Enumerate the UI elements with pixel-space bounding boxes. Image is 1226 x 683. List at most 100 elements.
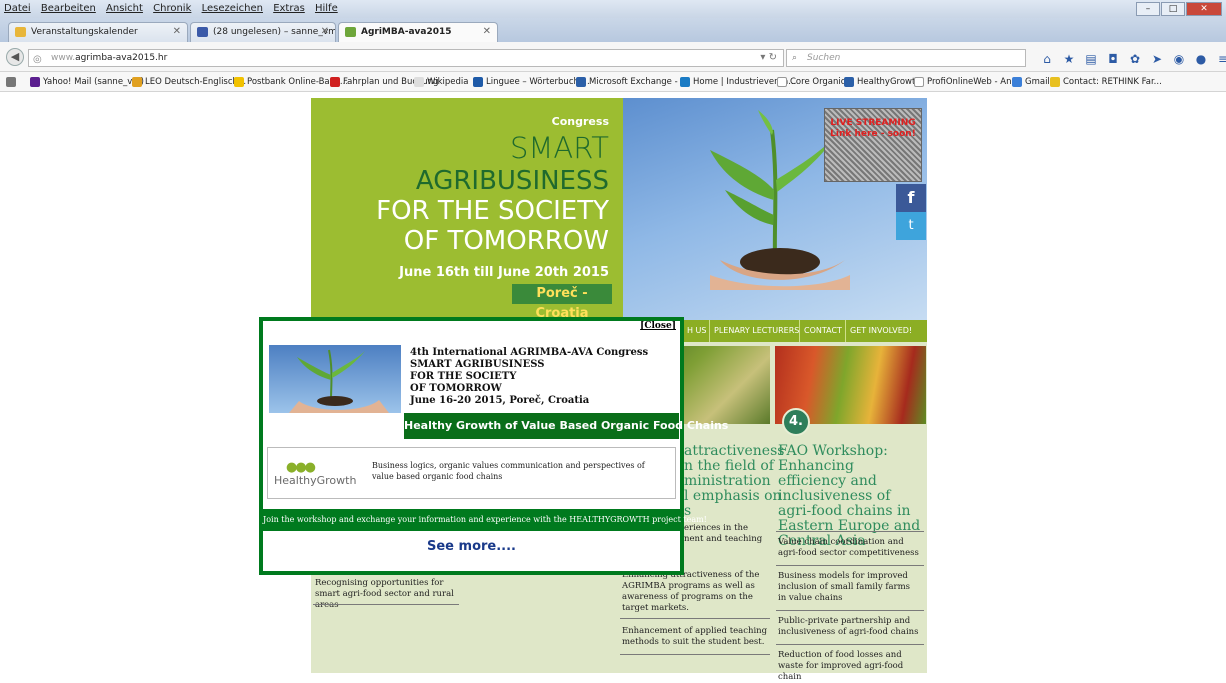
mid-heading-line: attractiveness — [684, 443, 785, 459]
right-item: Business models for improved inclusion o… — [778, 571, 911, 603]
menu-ansicht[interactable]: Ansicht — [106, 3, 143, 14]
bookmark-gmail[interactable]: Gmail — [1012, 72, 1050, 91]
tab-close-icon[interactable]: ✕ — [483, 23, 491, 41]
facebook-icon[interactable]: f — [896, 184, 926, 212]
left-item: Recognising opportunities for smart agri… — [315, 578, 454, 610]
right-item: Reduction of food losses and waste for i… — [778, 650, 904, 682]
popup-close-link[interactable]: [Close] — [638, 321, 678, 331]
maximize-button[interactable]: □ — [1161, 2, 1185, 16]
url-text: agrimba-ava2015.hr — [75, 53, 168, 63]
mid-item: Enhancing attractiveness of the AGRIMBA … — [622, 570, 760, 613]
divider — [313, 604, 459, 605]
popup-description: Business logics, organic values communic… — [372, 461, 645, 481]
back-button[interactable]: ◀ — [6, 48, 24, 66]
bookmark-exchange[interactable]: Microsoft Exchange - ... — [576, 72, 689, 91]
bookmarks-bar: Yahoo! Mail (sanne_vm) LEO Deutsch-Engli… — [0, 72, 1226, 92]
divider — [776, 610, 924, 611]
menu-datei[interactable]: Datei — [4, 3, 31, 14]
bookmark-healthygrowth[interactable]: HealthyGrowth — [844, 72, 921, 91]
right-item: Public-private partnership and inclusive… — [778, 616, 919, 637]
divider — [776, 565, 924, 566]
banner-place: Poreč - Croatia — [512, 284, 612, 321]
nav-get-involved[interactable]: GET INVOLVED! — [845, 320, 916, 342]
tab-label: AgriMBA-ava2015 — [361, 27, 452, 37]
banner-agribusiness: AGRIBUSINESS — [415, 166, 609, 196]
send-icon[interactable]: ➤ — [1146, 52, 1168, 66]
globe-icon: ◎ — [33, 54, 42, 65]
close-window-button[interactable]: ✕ — [1186, 2, 1222, 16]
mid-item: eriences in the — [684, 523, 748, 533]
bookmark-profionlineweb[interactable]: ProfiOnlineWeb - An... — [914, 72, 1020, 91]
chat-icon[interactable]: ● — [1190, 52, 1212, 66]
twitter-icon[interactable]: t — [896, 212, 926, 240]
divider — [776, 644, 924, 645]
pocket-icon[interactable]: ◘ — [1102, 52, 1124, 66]
mid-heading-line: ministration — [684, 473, 771, 489]
bookmark-yahoo[interactable]: Yahoo! Mail (sanne_vm) — [30, 72, 144, 91]
toolbar-icons: ⌂ ★ ▤ ◘ ✿ ➤ ◉ ● ≡ — [1036, 52, 1226, 66]
sync-icon[interactable]: ◉ — [1168, 52, 1190, 66]
mid-item: nent and teaching — [684, 534, 763, 544]
page-icon — [15, 27, 26, 37]
tab-close-icon[interactable]: ✕ — [173, 23, 181, 41]
workshop-number-badge: 4. — [782, 408, 810, 436]
search-icon: ⌕ — [792, 53, 798, 63]
mid-heading-line: n the field of — [684, 458, 774, 474]
url-prefix: www. — [51, 53, 76, 63]
see-more-link[interactable]: See more.... — [263, 539, 680, 554]
divider — [620, 618, 770, 619]
menu-lesezeichen[interactable]: Lesezeichen — [202, 3, 263, 14]
home-icon[interactable]: ⌂ — [1036, 52, 1058, 66]
divider — [620, 654, 770, 655]
banner-congress: Congress — [551, 115, 609, 128]
reload-icon[interactable]: ▾ ↻ — [760, 50, 777, 66]
library-icon[interactable]: ▤ — [1080, 52, 1102, 66]
tab-yahoo-mail[interactable]: (28 ungelesen) – sanne_vm – Yaho... ✕ — [190, 22, 336, 42]
live-streaming-label[interactable]: LIVE STREAMING Link here - soon! — [824, 118, 922, 140]
window-controls: – □ ✕ — [1135, 2, 1222, 16]
bookmark-core-organic[interactable]: Core Organic 2 — [777, 72, 854, 91]
tab-close-icon[interactable]: ✕ — [321, 23, 329, 41]
tab-bar: Veranstaltungskalender ✕ (28 ungelesen) … — [0, 18, 1226, 56]
search-placeholder: Suchen — [807, 53, 841, 63]
navigation-bar: ◀ ◎ www.agrimba-ava2015.hr ▾ ↻ ⌕ Suchen … — [0, 42, 1226, 72]
nav-about-us[interactable]: H US — [683, 320, 711, 342]
popup-title-line: OF TOMORROW — [410, 383, 502, 394]
tab-label: (28 ungelesen) – sanne_vm – Yaho... — [213, 27, 336, 37]
tab-label: Veranstaltungskalender — [31, 27, 138, 37]
menu-extras[interactable]: Extras — [273, 3, 305, 14]
banner-society: FOR THE SOCIETY — [376, 196, 609, 226]
minimize-button[interactable]: – — [1136, 2, 1160, 16]
search-input[interactable]: ⌕ Suchen — [786, 49, 1026, 67]
menu-hilfe[interactable]: Hilfe — [315, 3, 338, 14]
mid-item: Enhancement of applied teaching methods … — [622, 626, 768, 647]
bookmark-rethink[interactable]: Contact: RETHINK Far... — [1050, 72, 1162, 91]
popup-title-line: 4th International AGRIMBA-AVA Congress — [410, 347, 649, 358]
logo-dots-icon: ●●● — [286, 460, 316, 475]
popup-headline-bar: Healthy Growth of Value Based Organic Fo… — [404, 413, 728, 439]
logo-text: HealthyGrowth — [274, 474, 357, 487]
mail-icon — [197, 27, 208, 37]
bookmark-linguee[interactable]: Linguee – Wörterbuch ... — [473, 72, 590, 91]
menu-bearbeiten[interactable]: Bearbeiten — [41, 3, 96, 14]
banner-dates: June 16th till June 20th 2015 — [399, 265, 609, 280]
mid-heading-line: l emphasis on — [684, 488, 782, 504]
addon-icon[interactable]: ✿ — [1124, 52, 1146, 66]
bookmark-wikipedia[interactable]: Wikipedia — [414, 72, 468, 91]
site-icon — [345, 27, 356, 37]
menu-icon[interactable]: ≡ — [1212, 52, 1226, 66]
popup-title: 4th International AGRIMBA-AVA Congress S… — [410, 347, 648, 407]
url-bar[interactable]: ◎ www.agrimba-ava2015.hr ▾ ↻ — [28, 49, 784, 67]
fao-workshop-heading: FAO Workshop: Enhancing efficiency and i… — [778, 443, 921, 549]
healthygrowth-popup: [Close] 4th International AGRIMBA-AVA Co… — [259, 317, 728, 575]
tab-veranstaltungskalender[interactable]: Veranstaltungskalender ✕ — [8, 22, 188, 42]
bookmark-star-icon[interactable]: ★ — [1058, 52, 1080, 66]
nav-plenary-lecturers[interactable]: PLENARY LECTURERS — [709, 320, 803, 342]
bookmark-leo[interactable]: LEO Deutsch-Englisch... — [132, 72, 246, 91]
healthygrowth-box: ●●● HealthyGrowth Business logics, organ… — [267, 447, 676, 499]
nav-contact[interactable]: CONTACT — [799, 320, 846, 342]
tab-agrimba[interactable]: AgriMBA-ava2015 ✕ — [338, 22, 498, 42]
menu-chronik[interactable]: Chronik — [153, 3, 191, 14]
right-item: Value chain coordination and agri-food s… — [778, 537, 919, 558]
banner-tomorrow: OF TOMORROW — [403, 226, 609, 256]
